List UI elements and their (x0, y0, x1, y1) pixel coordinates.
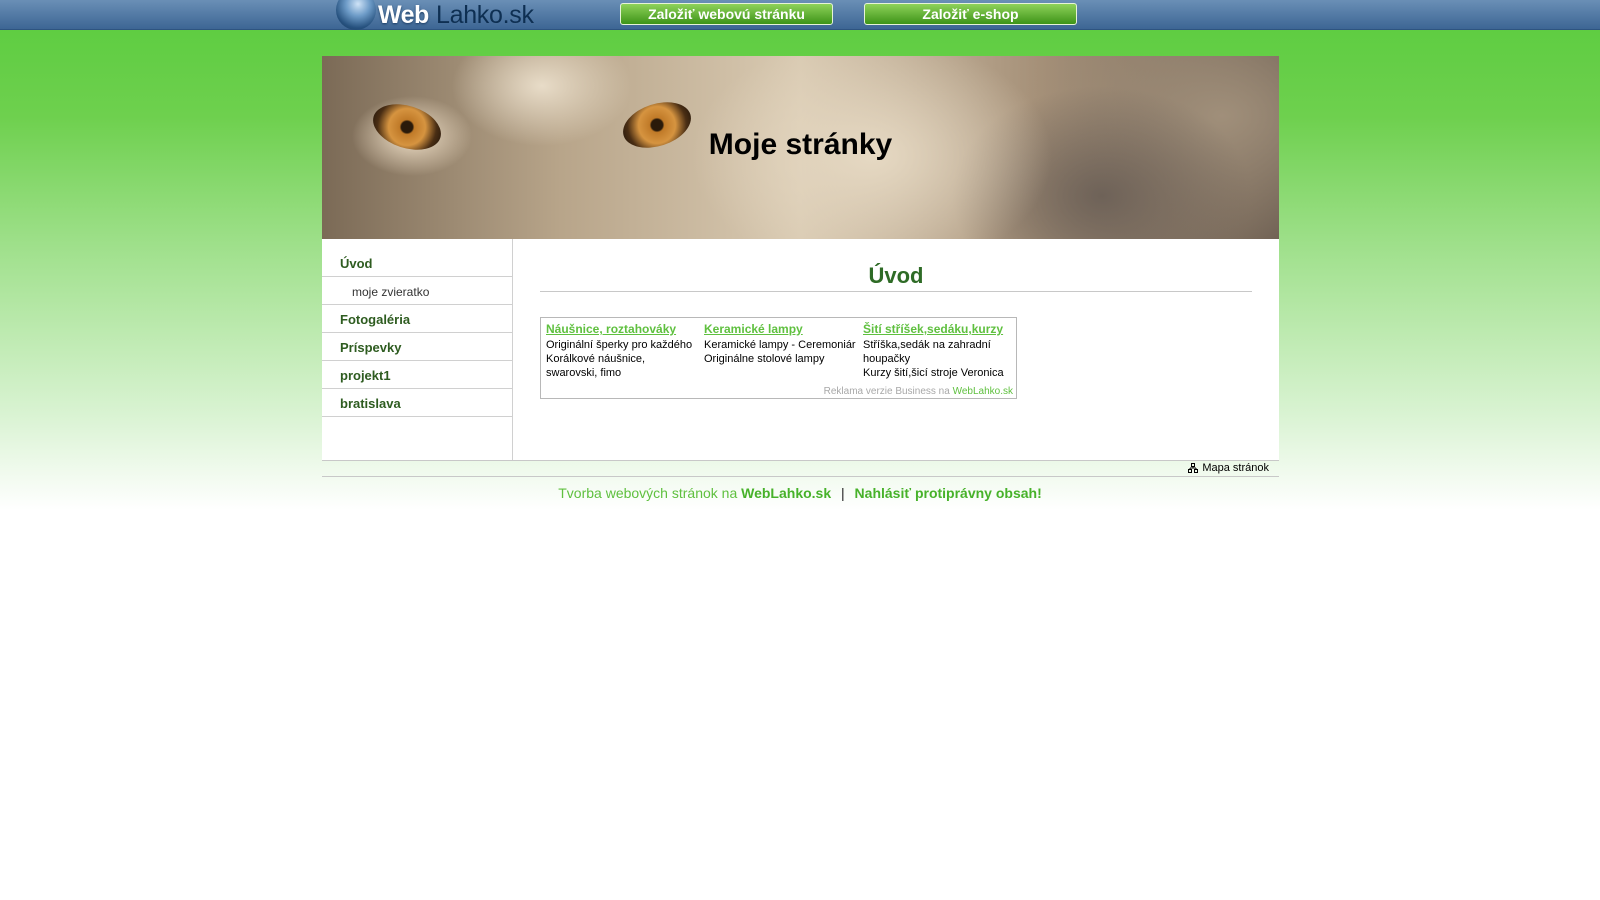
logo-web-text: Web (378, 1, 429, 29)
ad-box: Náušnice, roztahováky Originální šperky … (540, 317, 1017, 399)
ad-footer-text: Reklama verzie Business na (823, 386, 950, 397)
sitemap-label: Mapa stránok (1202, 462, 1269, 474)
top-bar: Web Lahko.sk Založiť webovú stránku Zalo… (0, 0, 1600, 30)
ad-link[interactable]: Keramické lampy (704, 322, 856, 336)
content-area: Úvod Náušnice, roztahováky Originální šp… (540, 239, 1252, 399)
sidebar-item-bratislava[interactable]: bratislava (322, 389, 512, 417)
ad-text: Kurzy šití,šicí stroje Veronica (863, 367, 1004, 379)
footer-separator: | (841, 485, 845, 501)
ad-link[interactable]: Šití stříšek,sedáku,kurzy (863, 322, 1015, 336)
ad-footer: Reklama verzie Business na WebLahko.sk (824, 386, 1013, 397)
sidebar-item-prispevky[interactable]: Príspevky (322, 333, 512, 361)
ad-column: Keramické lampy Keramické lampy - Ceremo… (704, 322, 856, 366)
ad-link[interactable]: Náušnice, roztahováky (546, 322, 698, 336)
footer-brand-link[interactable]: WebLahko.sk (741, 485, 831, 501)
header-banner: Moje stránky (322, 56, 1279, 239)
sidebar-item-moje-zvieratko[interactable]: moje zvieratko (322, 277, 512, 305)
logo-rest-text: Lahko.sk (436, 1, 534, 29)
sidebar-item-fotogaleria[interactable]: Fotogaléria (322, 305, 512, 333)
bottom-strip: Mapa stránok (322, 460, 1279, 477)
sidebar-item-projekt1[interactable]: projekt1 (322, 361, 512, 389)
ad-text: Originální šperky pro každého (546, 339, 693, 351)
sitemap-icon (1188, 463, 1199, 473)
page-title: Úvod (540, 261, 1252, 292)
weblahko-logo[interactable]: Web Lahko.sk (336, 0, 556, 30)
main-area: Úvod moje zvieratko Fotogaléria Príspevk… (322, 239, 1279, 460)
footer-text: Tvorba webových stránok na (558, 485, 738, 501)
globe-icon (336, 0, 376, 30)
ad-text: Keramické lampy - Ceremoniár (704, 339, 856, 351)
ad-footer-link[interactable]: WebLahko.sk (953, 386, 1013, 397)
ad-text: Stříška,sedák na zahradní houpačky (863, 339, 991, 365)
create-eshop-button[interactable]: Založiť e-shop (864, 3, 1077, 25)
site-title: Moje stránky (708, 128, 893, 161)
sidebar: Úvod moje zvieratko Fotogaléria Príspevk… (322, 239, 513, 460)
footer: Tvorba webových stránok na WebLahko.sk |… (0, 485, 1600, 501)
create-website-button[interactable]: Založiť webovú stránku (620, 3, 833, 25)
site-container: Moje stránky Úvod moje zvieratko Fotogal… (322, 56, 1279, 477)
report-content-link[interactable]: Nahlásiť protiprávny obsah! (855, 485, 1042, 501)
ad-column: Náušnice, roztahováky Originální šperky … (546, 322, 698, 380)
ad-column: Šití stříšek,sedáku,kurzy Stříška,sedák … (863, 322, 1015, 380)
sidebar-item-uvod[interactable]: Úvod (322, 249, 512, 277)
sitemap-link[interactable]: Mapa stránok (1188, 461, 1269, 475)
ad-text: Originálne stolové lampy (704, 353, 825, 365)
ad-text: Korálkové náušnice, swarovski, fimo (546, 353, 646, 379)
sidebar-menu: Úvod moje zvieratko Fotogaléria Príspevk… (322, 249, 512, 417)
